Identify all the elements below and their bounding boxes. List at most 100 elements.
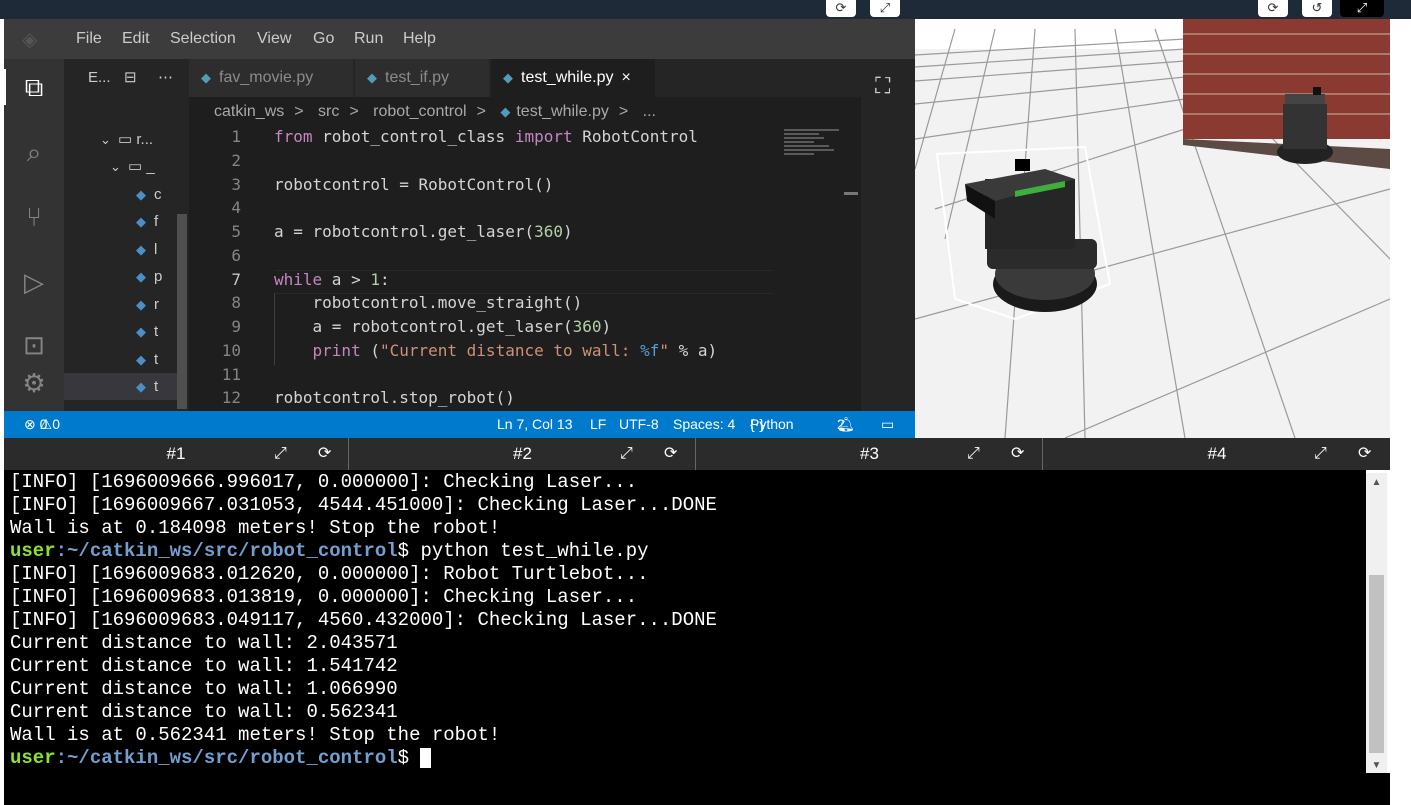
scroll-up-icon[interactable]: ▲: [1366, 477, 1387, 488]
prompt-path: :~/catkin_ws/src/robot_control: [55, 540, 398, 562]
breadcrumb: catkin_ws > src > robot_control > ◆ test_whi…: [189, 97, 861, 127]
breadcrumb-item[interactable]: src: [318, 103, 339, 120]
fullscreen-icon[interactable]: ⤢: [1340, 0, 1384, 17]
line-number: 8: [231, 293, 241, 312]
tab-label: #3: [860, 444, 879, 463]
chevron-right-icon: >: [476, 103, 486, 120]
more-actions-icon[interactable]: ⋯: [158, 59, 173, 97]
tree-file[interactable]: ◆ c: [136, 181, 162, 208]
page-scrollbar[interactable]: [1390, 19, 1411, 438]
breadcrumb-item[interactable]: ...: [643, 103, 656, 120]
prompt-user: user: [10, 540, 56, 562]
collapse-folders-icon[interactable]: ⊟: [124, 59, 137, 97]
menu-selection[interactable]: Selection: [170, 30, 236, 48]
problems-indicator[interactable]: ⊗ 0 ⚠ 0: [24, 411, 60, 438]
encoding[interactable]: UTF-8: [619, 411, 659, 438]
breadcrumb-item[interactable]: test_while.py: [516, 103, 609, 120]
reload-icon[interactable]: ⟳: [826, 0, 856, 17]
layout-icon[interactable]: ▭: [881, 411, 894, 438]
menu-run[interactable]: Run: [354, 30, 383, 48]
menu-go[interactable]: Go: [313, 30, 334, 48]
files-icon[interactable]: ⧉: [4, 69, 52, 105]
reset-icon[interactable]: ↺: [1302, 0, 1332, 17]
terminal-line: Current distance to wall: 2.043571: [10, 632, 398, 654]
run-debug-icon[interactable]: ▷: [16, 264, 52, 300]
tree-folder[interactable]: ⌄ ▭ r...: [100, 126, 153, 153]
breadcrumb-item[interactable]: catkin_ws: [214, 103, 284, 120]
expand-icon[interactable]: ⤢: [870, 0, 900, 17]
tab-label: #2: [513, 444, 532, 463]
breadcrumb-item[interactable]: robot_control: [373, 103, 466, 120]
outline-icon[interactable]: ⛶: [875, 73, 890, 99]
reload-icon[interactable]: ⟳: [318, 438, 331, 470]
remote-explorer-icon[interactable]: ⊡: [16, 327, 52, 363]
terminal-scrollbar[interactable]: ▲ ▼: [1366, 473, 1387, 773]
search-icon[interactable]: ⌕: [16, 134, 52, 170]
terminal-prompt-line: user:~/catkin_ws/src/robot_control$: [10, 747, 1366, 770]
chevron-right-icon: >: [294, 103, 304, 120]
minimap[interactable]: [784, 127, 844, 197]
terminal-line: [INFO] [1696009683.012620, 0.000000]: Ro…: [10, 563, 649, 585]
tree-file[interactable]: ◆ p: [136, 263, 162, 290]
code-line: a = robotcontrol.get_laser(360): [274, 317, 612, 336]
chevron-right-icon: >: [349, 103, 359, 120]
gear-icon[interactable]: ⚙: [16, 365, 52, 401]
code-editor-window: ◈ File Edit Selection View Go Run Help ⧉…: [4, 19, 915, 438]
chevron-down-icon: ⌄: [100, 132, 111, 147]
terminal-tab-4[interactable]: #4 ⤢ ⟳: [1044, 438, 1390, 470]
menu-file[interactable]: File: [76, 30, 102, 48]
tree-folder[interactable]: ⌄ ▭ _: [110, 153, 155, 180]
tree-file[interactable]: ◆ t: [136, 346, 158, 373]
cursor-position[interactable]: Ln 7, Col 13: [497, 411, 573, 438]
terminal-line: Current distance to wall: 0.562341: [10, 701, 398, 723]
tree-label: r...: [136, 131, 154, 148]
expand-icon[interactable]: ⤢: [620, 438, 633, 470]
terminal-tab-2[interactable]: #2 ⤢ ⟳: [350, 438, 696, 470]
expand-icon[interactable]: ⤢: [274, 438, 287, 470]
tab-test-if[interactable]: ◆ test_if.py: [355, 59, 490, 97]
reload-icon[interactable]: ⟳: [1358, 438, 1371, 470]
source-control-icon[interactable]: ⑂: [16, 199, 52, 235]
menu-edit[interactable]: Edit: [122, 30, 150, 48]
tree-file[interactable]: ◆ l: [136, 236, 157, 263]
scrollbar-thumb[interactable]: [1369, 575, 1384, 753]
tab-label: #4: [1207, 444, 1227, 463]
reload-icon[interactable]: ⟳: [664, 438, 677, 470]
explorer-title: E...: [88, 69, 111, 86]
python-file-icon: ◆: [201, 70, 211, 85]
reload-icon[interactable]: ⟳: [1011, 438, 1024, 470]
line-ending[interactable]: LF: [590, 411, 606, 438]
python-file-icon: ◆: [136, 324, 146, 339]
scrollbar-thumb[interactable]: [844, 192, 858, 195]
tree-file[interactable]: ◆ f: [136, 208, 158, 235]
terminal-output[interactable]: [INFO] [1696009666.996017, 0.000000]: Ch…: [4, 470, 1366, 805]
tab-label: test_if.py: [385, 69, 450, 86]
line-number: 10: [221, 341, 241, 360]
close-icon[interactable]: ×: [622, 69, 631, 86]
scroll-down-icon[interactable]: ▼: [1366, 760, 1387, 771]
tab-test-while[interactable]: ◆ test_while.py ×: [491, 59, 656, 97]
expand-icon[interactable]: ⤢: [967, 438, 980, 470]
terminal-line: Current distance to wall: 1.066990: [10, 678, 398, 700]
tab-fav-movie[interactable]: ◆ fav_movie.py: [189, 59, 354, 97]
expand-icon[interactable]: ⤢: [1314, 438, 1327, 470]
vscode-logo-icon: ◈: [22, 29, 38, 51]
reload-icon[interactable]: ⟳: [1258, 0, 1288, 17]
line-number: 7: [231, 270, 241, 289]
tree-file[interactable]: ◆ t: [136, 318, 158, 345]
tree-label: t: [154, 323, 159, 340]
line-number: 3: [231, 175, 241, 194]
terminal-tab-3[interactable]: #3 ⤢ ⟳: [697, 438, 1043, 470]
gazebo-scene: [915, 19, 1390, 438]
python-file-icon: ◆: [136, 242, 146, 257]
menu-view[interactable]: View: [257, 30, 291, 48]
tree-file-selected[interactable]: ◆ t: [64, 373, 177, 400]
tree-file[interactable]: ◆ r: [136, 291, 159, 318]
indentation[interactable]: Spaces: 4: [673, 411, 735, 438]
terminal-tab-1[interactable]: #1 ⤢ ⟳: [4, 438, 349, 470]
sidebar-scrollbar[interactable]: [177, 214, 187, 409]
menu-help[interactable]: Help: [403, 30, 436, 48]
code-editor[interactable]: 1 2 3 4 5 6 7 8 9 10 11 12 from robot_co…: [189, 127, 789, 411]
simulation-viewport[interactable]: [915, 19, 1390, 438]
editor-scrollbar[interactable]: [844, 127, 858, 411]
